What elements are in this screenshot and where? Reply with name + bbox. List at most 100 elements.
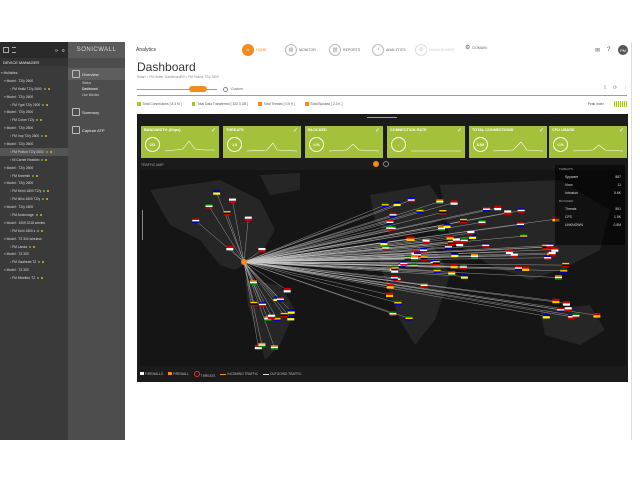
tree-item[interactable]: ▾ Model : TZ 300 wireless	[0, 235, 68, 243]
tree-item[interactable]: ▾ Model : TZ/y 2600	[0, 124, 68, 132]
card-threats[interactable]: THREATS ✓ 1.8	[223, 126, 301, 158]
country-flag-icon	[557, 307, 565, 313]
map-option-icon[interactable]	[383, 161, 389, 167]
tree-item[interactable]: ▪ FM Mixelbur TZ	[0, 274, 68, 282]
card-total-connections[interactable]: TOTAL CONNECTIONS ✓ 8.3M	[469, 126, 547, 158]
expand-caret-icon[interactable]: ▾	[4, 79, 6, 83]
device-icon[interactable]: ▪	[10, 189, 11, 193]
country-flag-icon	[416, 208, 424, 213]
expand-caret-icon[interactable]: ▾	[4, 205, 6, 209]
device-icon[interactable]: ▪	[10, 134, 11, 138]
device-icon[interactable]: ▪	[10, 150, 11, 154]
status-dot-icon	[46, 198, 49, 201]
tree-item[interactable]: ▪ FM Kekki TZ/y 2600	[0, 85, 68, 93]
expand-caret-icon[interactable]: ▾	[4, 268, 6, 272]
tree-item[interactable]: ▾ Model : TZ 300	[0, 250, 68, 258]
country-flag-icon	[517, 208, 525, 213]
tree-item[interactable]: ▪ FM Landa	[0, 243, 68, 251]
tree-item[interactable]: ▾ Model : TZ/y 2600	[0, 108, 68, 116]
breadcrumb[interactable]: Smart > FM Home: DashboardFill > FM Poll…	[137, 75, 219, 79]
tree-item[interactable]: ▪ FM Kreemib	[0, 172, 68, 180]
tree-item[interactable]: ▾ Model : TZ 300	[0, 266, 68, 274]
nav-capture-atp[interactable]: Capture ATP	[68, 124, 125, 136]
nav-home[interactable]: ⌂ HOME	[242, 44, 267, 56]
card-cpu-usage[interactable]: CPU USAGE ✓ <1%	[549, 126, 627, 158]
device-icon[interactable]: ▪	[10, 276, 11, 280]
tree-item[interactable]: ▾ Model : TZ/y 2600	[0, 164, 68, 172]
nav-summary[interactable]: Summary	[68, 106, 125, 118]
grid-icon[interactable]	[3, 47, 9, 53]
device-icon[interactable]: ▪	[10, 103, 11, 107]
tree-item[interactable]: ▪ FM Kohl 1800 s	[0, 227, 68, 235]
nav-domain[interactable]: ⚙ DOMAIN	[465, 44, 487, 51]
country-flag-icon	[407, 197, 415, 203]
expand-caret-icon[interactable]: ▾	[4, 166, 6, 170]
country-flag-icon	[420, 247, 428, 253]
tree-item[interactable]: ▾ Model : TZ/y 2600	[0, 179, 68, 187]
expand-caret-icon[interactable]: ▾	[4, 237, 6, 241]
device-icon[interactable]: ▪	[10, 229, 11, 233]
tree-item[interactable]: ▪ FM Kehh 1800 TZ/y	[0, 187, 68, 195]
list-icon[interactable]	[12, 47, 16, 53]
tree-item[interactable]: ▪ FM Illi/oi 1800 TZ/y	[0, 195, 68, 203]
settings-icon[interactable]: ⚙	[61, 48, 65, 53]
nav-reports[interactable]: ▥ REPORTS	[329, 44, 360, 56]
tree-item[interactable]: ▪ FM Anchorage	[0, 211, 68, 219]
device-icon[interactable]: ▪	[10, 213, 11, 217]
tree-item[interactable]: ▪ FM Gaaheab TZ	[0, 258, 68, 266]
expand-caret-icon[interactable]: ▾	[4, 95, 6, 99]
refresh-dashboard-icon[interactable]: ⟳	[613, 85, 617, 91]
card-connection-rate[interactable]: CONNECTION RATE ✓ ↓	[387, 126, 465, 158]
country-flag-icon	[406, 236, 414, 241]
device-icon[interactable]: ▪	[10, 245, 11, 249]
time-range-slider[interactable]: Custom ⇪ ⟳ ⋮	[137, 85, 628, 96]
device-icon[interactable]: ▪	[10, 260, 11, 264]
device-icon[interactable]: ▪	[10, 87, 11, 91]
custom-radio[interactable]	[223, 86, 228, 92]
tree-item[interactable]: ▾ Multisites	[0, 69, 68, 77]
device-icon[interactable]: ▪	[10, 174, 11, 178]
export-icon[interactable]: ⇪	[603, 85, 607, 91]
world-traffic-map[interactable]	[140, 170, 626, 366]
tree-item[interactable]: ▾ Model : 1009 3218 wircles	[0, 219, 68, 227]
tree-item[interactable]: ▪ FM Cobre TZ/y	[0, 116, 68, 124]
country-flag-icon	[554, 275, 562, 280]
tree-item[interactable]: ▪ FM Irup TZ/y 2600	[0, 132, 68, 140]
nav-analytics[interactable]: ◔ ANALYTICS	[372, 44, 406, 56]
expand-caret-icon[interactable]: ▾	[4, 142, 6, 146]
map-zoom-slider[interactable]	[142, 210, 146, 240]
timeline-handle[interactable]	[189, 86, 207, 92]
peak-index-bars	[614, 101, 629, 107]
device-icon[interactable]: ▪	[10, 197, 11, 201]
tree-item[interactable]: ▪ FM Pollvor TZ/y 2600	[0, 147, 68, 156]
expand-caret-icon[interactable]: ▾	[4, 221, 6, 225]
alert-icon[interactable]: ✉	[595, 47, 600, 54]
tree-item[interactable]: ▾ Model : TZ/y 2600	[0, 77, 68, 85]
tree-item[interactable]: ▾ Model : TZ/y 1800	[0, 203, 68, 211]
refresh-icon[interactable]: ⟳	[55, 48, 58, 53]
card-blocked[interactable]: BLOCKED ✓ <1%	[305, 126, 383, 158]
tree-item[interactable]: ▪ NI Carnet Reabbin	[0, 156, 68, 164]
avatar[interactable]: PM	[618, 45, 628, 55]
expand-caret-icon[interactable]: ▾	[4, 126, 6, 130]
card-bandwidth[interactable]: BANDWIDTH (Kbps) ✓ 151	[141, 126, 219, 158]
nav-management[interactable]: ⚙ MANAGEMENT	[415, 44, 455, 56]
device-icon[interactable]: ▪	[10, 118, 11, 122]
expand-caret-icon[interactable]: ▾	[4, 181, 6, 185]
device-manager-panel: ⟳ ⚙ DEVICE MANAGER ▾ Multisites ▾ Model : T…	[0, 42, 68, 440]
map-toggle-icon[interactable]	[373, 161, 379, 167]
help-icon[interactable]: ?	[607, 47, 610, 53]
cpu-usage-gauge: <1%	[553, 137, 568, 152]
expand-caret-icon[interactable]: ▾	[4, 252, 6, 256]
tree-item[interactable]: ▾ Model : TZ/y 2600	[0, 140, 68, 148]
expand-caret-icon[interactable]: ▾	[1, 71, 3, 75]
nav-monitor[interactable]: ▤ MONITOR	[285, 44, 316, 56]
stat-row: CFS 1.5K	[565, 215, 621, 219]
right-scroll-strip	[628, 42, 640, 440]
tree-item[interactable]: ▾ Model : TZ/y 2600	[0, 93, 68, 101]
nav-overview[interactable]: Overview	[68, 68, 125, 80]
tree-item[interactable]: ▪ FM Ygot TZ/y 2600	[0, 101, 68, 109]
device-icon[interactable]: ▪	[10, 158, 11, 162]
stat-row: Spyware 887	[565, 175, 621, 179]
expand-caret-icon[interactable]: ▾	[4, 110, 6, 114]
